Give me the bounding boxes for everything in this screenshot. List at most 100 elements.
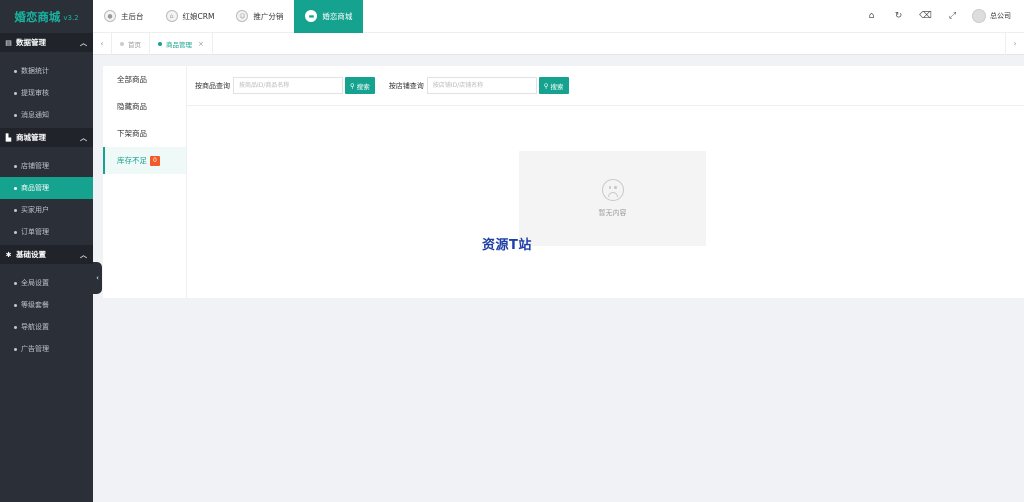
nav-promotion[interactable]: ☺ 推广分销 (225, 0, 294, 33)
vtab-label: 全部商品 (117, 75, 147, 84)
main-content: 全部商品 隐藏商品 下架商品 库存不足 0 按商品查询 ⚲ 搜索 按店铺查询 ⚲… (103, 66, 1024, 298)
vtab-label: 库存不足 (117, 156, 147, 165)
product-status-tabs: 全部商品 隐藏商品 下架商品 库存不足 0 (103, 66, 187, 298)
smile-icon: ☺ (236, 10, 249, 22)
sidebar-group-mall[interactable]: ▙ 商城管理 ︿ (0, 128, 93, 147)
product-search-input[interactable] (233, 77, 343, 94)
home-icon: ⌂ (165, 10, 178, 22)
vtab-low-stock[interactable]: 库存不足 0 (103, 147, 186, 174)
top-nav: ● 主后台 ⌂ 红娘CRM ☺ 推广分销 ▬ 婚恋商城 (93, 0, 364, 33)
vtab-hidden-products[interactable]: 隐藏商品 (103, 93, 186, 120)
sidebar-collapse-button[interactable]: ‹ (93, 262, 102, 294)
tab-dot-icon (120, 41, 124, 46)
sidebar-item-ads[interactable]: 广告管理 (0, 338, 93, 360)
sidebar-group-title: 商城管理 (16, 133, 46, 142)
shop-icon: ▬ (305, 10, 318, 22)
vtab-label: 隐藏商品 (117, 102, 147, 111)
nav-label: 主后台 (121, 11, 144, 21)
shop-icon: ▙ (5, 133, 12, 142)
chevron-up-icon: ︿ (80, 38, 87, 47)
chevron-up-icon: ︿ (80, 133, 87, 142)
filter-label: 按店铺查询 (388, 81, 424, 90)
sidebar-item-global-settings[interactable]: 全局设置 (0, 272, 93, 294)
sidebar-item-label: 订单管理 (21, 228, 49, 236)
tab-label: 商品管理 (166, 40, 192, 49)
sidebar-item-navigation[interactable]: 导航设置 (0, 316, 93, 338)
vtab-delisted-products[interactable]: 下架商品 (103, 120, 186, 147)
product-search-button[interactable]: ⚲ 搜索 (345, 77, 375, 94)
store-search-button[interactable]: ⚲ 搜索 (538, 77, 569, 94)
sidebar-item-data-stats[interactable]: 数据统计 (0, 60, 93, 82)
sidebar: 婚恋商城 v3.2 ▤ 数据管理 ︿ 数据统计 提现审核 消息通知 ▙ 商城管理… (0, 0, 93, 502)
home-icon[interactable]: ⌂ (858, 11, 885, 21)
tab-label: 首页 (128, 40, 141, 49)
bullet-icon (14, 325, 17, 329)
header-tools: ⌂ ↻ ⌫ ⤢ 总公司 (858, 0, 1024, 33)
sidebar-item-label: 广告管理 (21, 345, 49, 353)
clear-icon[interactable]: ⌫ (912, 11, 939, 21)
bullet-icon (14, 303, 17, 307)
search-icon: ⚲ (350, 81, 355, 90)
sidebar-item-stores[interactable]: 店铺管理 (0, 155, 93, 177)
nav-marriage-mall[interactable]: ▬ 婚恋商城 (294, 0, 364, 33)
close-icon[interactable]: × (198, 40, 204, 48)
vtab-all-products[interactable]: 全部商品 (103, 66, 186, 93)
sidebar-item-label: 等级套餐 (21, 301, 49, 309)
sidebar-item-label: 全局设置 (21, 279, 49, 287)
nav-label: 推广分销 (253, 11, 284, 21)
watermark: 资源T站 (482, 238, 532, 253)
dashboard-icon: ▤ (5, 38, 12, 47)
bullet-icon (14, 164, 17, 168)
bullet-icon (14, 281, 17, 285)
sidebar-group-title: 基础设置 (16, 250, 46, 259)
product-filter: 按商品查询 ⚲ 搜索 (195, 77, 375, 94)
sidebar-item-products[interactable]: 商品管理 (0, 177, 93, 199)
logo-name: 婚恋商城 (14, 9, 61, 24)
bullet-icon (14, 347, 17, 351)
sidebar-item-level-packages[interactable]: 等级套餐 (0, 294, 93, 316)
nav-matchmaker-crm[interactable]: ⌂ 红娘CRM (155, 0, 226, 33)
bullet-icon (14, 230, 17, 234)
sidebar-item-label: 买家用户 (21, 206, 49, 214)
store-filter: 按店铺查询 ⚲ 搜索 (389, 77, 569, 94)
empty-text: 暂无内容 (598, 209, 627, 217)
sidebar-item-orders[interactable]: 订单管理 (0, 221, 93, 243)
refresh-icon[interactable]: ↻ (885, 11, 912, 21)
sidebar-item-label: 导航设置 (21, 323, 49, 331)
bullet-icon (14, 186, 17, 190)
tab-dot-icon (158, 41, 162, 46)
sidebar-item-label: 店铺管理 (21, 162, 49, 170)
sidebar-item-notifications[interactable]: 消息通知 (0, 104, 93, 126)
store-search-input[interactable] (426, 77, 537, 94)
user-menu[interactable]: 总公司 (972, 9, 1024, 23)
bullet-icon (14, 208, 17, 212)
sad-face-icon (601, 179, 624, 201)
tab-home[interactable]: 首页 (112, 32, 150, 55)
tabs-scroll-left-button[interactable]: ‹ (93, 32, 112, 55)
sidebar-item-buyers[interactable]: 买家用户 (0, 199, 93, 221)
search-button-label: 搜索 (356, 82, 370, 91)
search-button-label: 搜索 (550, 82, 564, 91)
chevron-up-icon: ︿ (80, 250, 87, 259)
sidebar-group-data[interactable]: ▤ 数据管理 ︿ (0, 33, 93, 52)
sidebar-item-withdraw-review[interactable]: 提现审核 (0, 82, 93, 104)
search-icon: ⚲ (543, 81, 549, 90)
page-tabs: ‹ 首页 商品管理 × › (93, 32, 1024, 55)
count-badge: 0 (150, 155, 160, 166)
logo: 婚恋商城 v3.2 (0, 0, 93, 33)
nav-main-backend[interactable]: ● 主后台 (93, 0, 155, 33)
nav-label: 婚恋商城 (322, 11, 353, 21)
tabs-scroll-right-button[interactable]: › (1005, 32, 1024, 55)
logo-version: v3.2 (63, 14, 79, 22)
sidebar-group-settings[interactable]: ✱ 基础设置 ︿ (0, 245, 93, 264)
user-icon: ● (104, 10, 116, 22)
avatar (972, 9, 986, 23)
gear-icon: ✱ (5, 250, 12, 259)
sidebar-item-label: 数据统计 (21, 67, 49, 75)
nav-label: 红娘CRM (182, 11, 215, 21)
empty-state: 暂无内容 (519, 151, 706, 246)
fullscreen-icon[interactable]: ⤢ (939, 11, 966, 21)
tab-product-management[interactable]: 商品管理 × (150, 32, 213, 55)
top-header: ● 主后台 ⌂ 红娘CRM ☺ 推广分销 ▬ 婚恋商城 ⌂ ↻ ⌫ ⤢ 总公司 (93, 0, 1024, 33)
sidebar-item-label: 提现审核 (21, 89, 49, 97)
